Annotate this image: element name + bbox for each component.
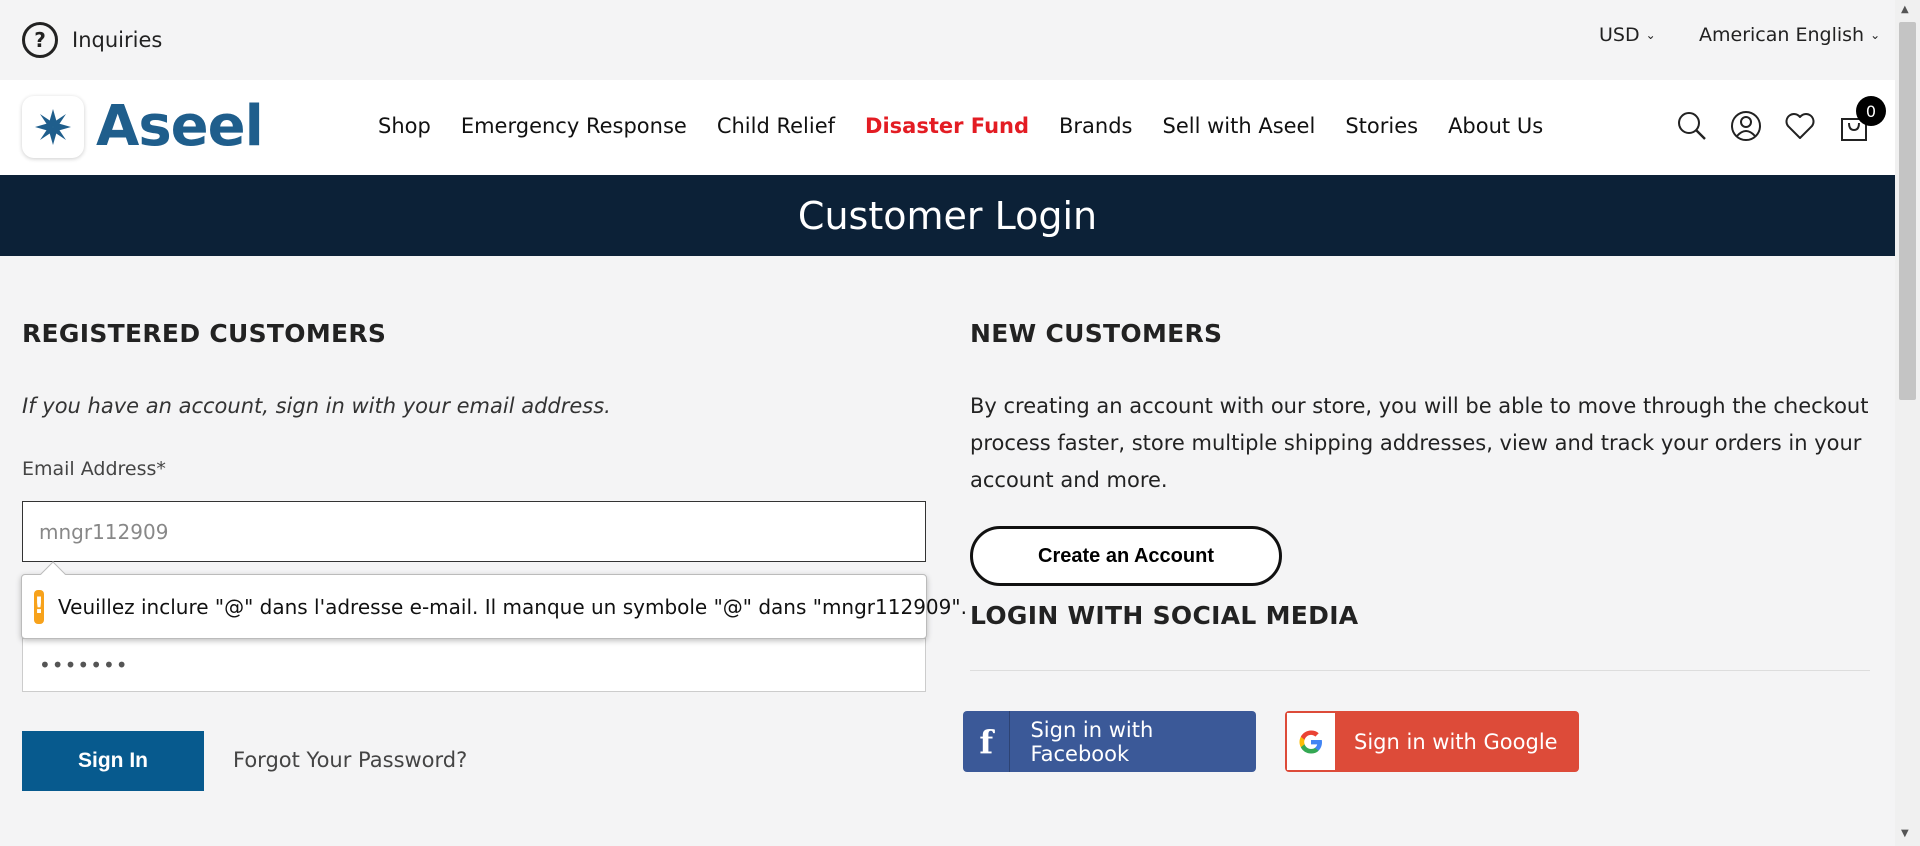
main-nav: Shop Emergency Response Child Relief Dis… bbox=[378, 114, 1573, 138]
search-icon[interactable] bbox=[1676, 110, 1708, 142]
site-header: Aseel Shop Emergency Response Child Reli… bbox=[0, 80, 1895, 175]
create-account-button[interactable]: Create an Account bbox=[970, 526, 1282, 586]
page-scrollbar[interactable]: ▲ ▼ bbox=[1895, 0, 1920, 846]
account-icon[interactable] bbox=[1730, 110, 1762, 142]
nav-item-shop[interactable]: Shop bbox=[378, 114, 431, 138]
inquiries-link[interactable]: ? Inquiries bbox=[22, 22, 162, 58]
cart-count-badge: 0 bbox=[1856, 96, 1886, 126]
scroll-down-arrow-icon[interactable]: ▼ bbox=[1901, 828, 1909, 839]
facebook-button-label: Sign in with Facebook bbox=[1030, 717, 1154, 766]
google-button-label: Sign in with Google bbox=[1354, 729, 1558, 754]
page-title: Customer Login bbox=[797, 193, 1098, 238]
password-field[interactable]: ••••••• bbox=[22, 638, 926, 692]
social-login-title: LOGIN WITH SOCIAL MEDIA bbox=[970, 601, 1359, 630]
cart-bag-icon[interactable]: 0 bbox=[1838, 96, 1886, 142]
registered-customers-title: REGISTERED CUSTOMERS bbox=[22, 319, 387, 348]
language-switcher[interactable]: American English ⌄ bbox=[1699, 24, 1880, 46]
google-sign-in-button[interactable]: Sign in with Google bbox=[1285, 711, 1579, 772]
scroll-up-arrow-icon[interactable]: ▲ bbox=[1901, 4, 1909, 15]
new-customers-title: NEW CUSTOMERS bbox=[970, 319, 1223, 348]
sign-in-button[interactable]: Sign In bbox=[22, 731, 204, 791]
page-title-banner: Customer Login bbox=[0, 175, 1895, 256]
facebook-icon: f bbox=[963, 711, 1011, 772]
logo-text: Aseel bbox=[96, 94, 264, 159]
site-logo[interactable]: Aseel bbox=[22, 94, 264, 159]
top-bar: ? Inquiries USD ⌄ American English ⌄ bbox=[0, 0, 1895, 80]
header-actions: 0 bbox=[1676, 96, 1886, 142]
validation-message: Veuillez inclure "@" dans l'adresse e-ma… bbox=[58, 594, 967, 619]
forgot-password-link[interactable]: Forgot Your Password? bbox=[233, 748, 467, 772]
question-icon: ? bbox=[22, 22, 58, 58]
google-icon bbox=[1287, 713, 1335, 770]
language-label: American English bbox=[1699, 24, 1865, 46]
nav-item-brands[interactable]: Brands bbox=[1059, 114, 1133, 138]
chevron-down-icon: ⌄ bbox=[1645, 28, 1656, 42]
email-label: Email Address* bbox=[22, 458, 166, 480]
scrollbar-thumb[interactable] bbox=[1899, 22, 1916, 400]
nav-item-child-relief[interactable]: Child Relief bbox=[717, 114, 835, 138]
nav-item-disaster-fund[interactable]: Disaster Fund bbox=[865, 114, 1029, 138]
nav-item-about-us[interactable]: About Us bbox=[1448, 114, 1543, 138]
registered-intro: If you have an account, sign in with you… bbox=[22, 394, 611, 418]
chevron-down-icon: ⌄ bbox=[1870, 28, 1881, 42]
inquiries-label: Inquiries bbox=[72, 28, 163, 52]
nav-item-emergency-response[interactable]: Emergency Response bbox=[461, 114, 687, 138]
new-customers-description: By creating an account with our store, y… bbox=[970, 394, 1869, 492]
facebook-sign-in-button[interactable]: f Sign in with Facebook bbox=[963, 711, 1256, 772]
email-field[interactable]: mngr112909 bbox=[22, 501, 926, 562]
logo-star-icon bbox=[22, 95, 84, 158]
nav-item-sell-with-aseel[interactable]: Sell with Aseel bbox=[1163, 114, 1316, 138]
divider bbox=[970, 670, 1870, 671]
validation-tooltip: ! Veuillez inclure "@" dans l'adresse e-… bbox=[21, 561, 967, 639]
wishlist-heart-icon[interactable] bbox=[1784, 110, 1816, 142]
currency-label: USD bbox=[1599, 24, 1640, 46]
currency-switcher[interactable]: USD ⌄ bbox=[1599, 24, 1656, 46]
tooltip-arrow bbox=[40, 561, 66, 587]
nav-item-stories[interactable]: Stories bbox=[1345, 114, 1418, 138]
warning-icon: ! bbox=[34, 589, 45, 624]
